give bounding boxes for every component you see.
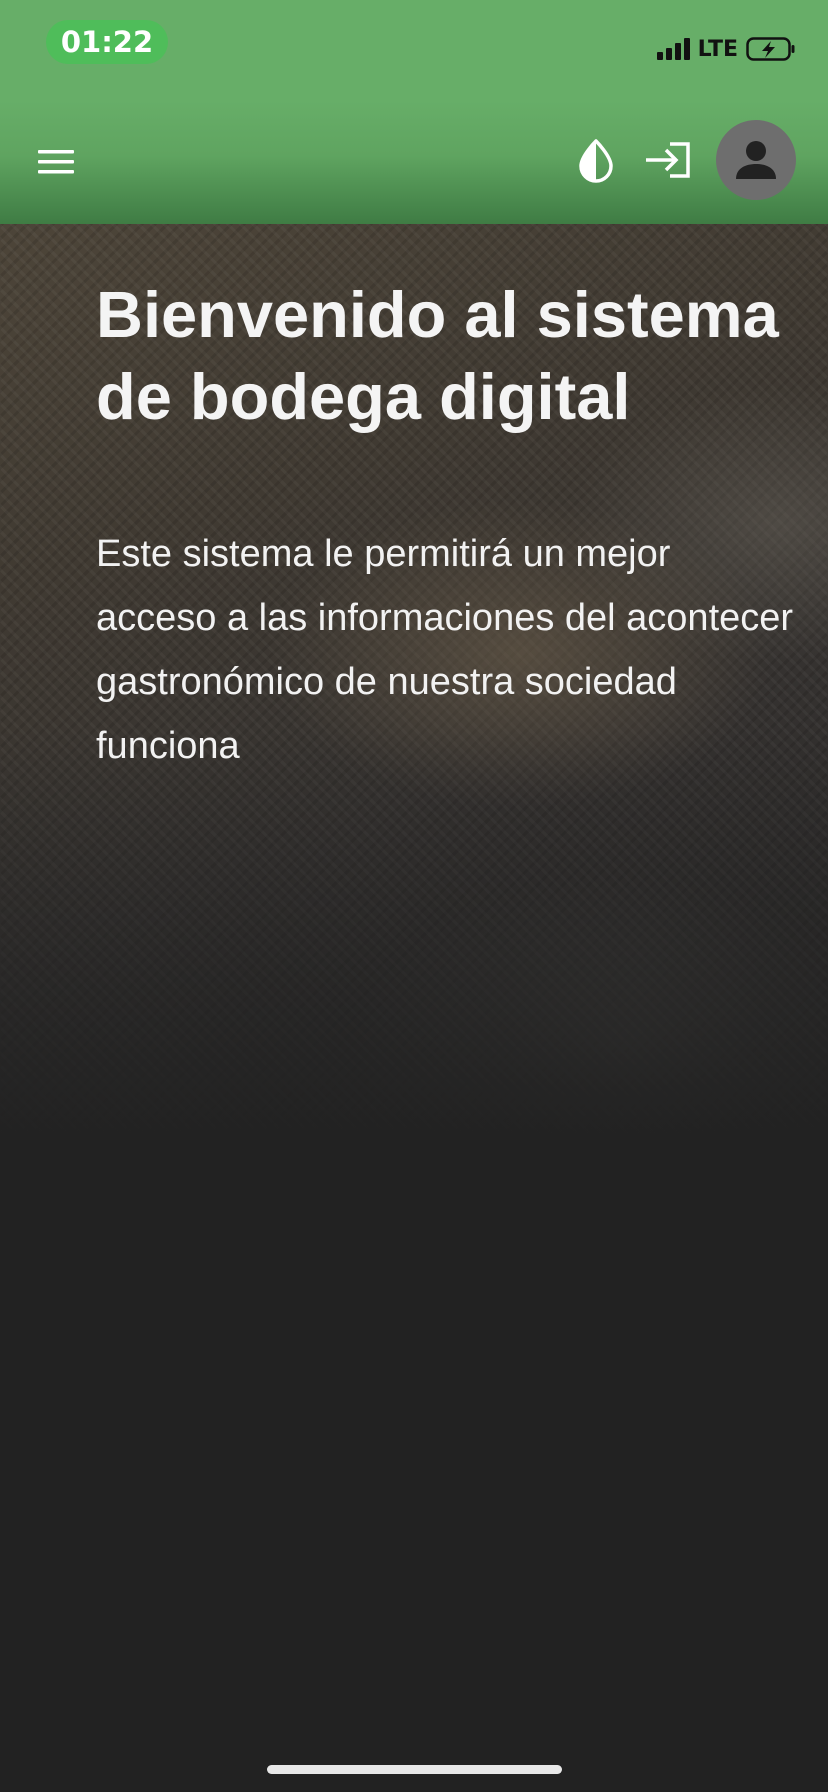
battery-charging-icon bbox=[746, 36, 795, 62]
status-indicators: LTE bbox=[656, 34, 795, 64]
person-icon bbox=[736, 141, 776, 179]
login-button[interactable] bbox=[638, 132, 698, 188]
contrast-toggle-button[interactable] bbox=[568, 132, 624, 188]
app-bar bbox=[0, 100, 828, 224]
contrast-drop-icon bbox=[579, 139, 613, 183]
status-time: 01:22 bbox=[46, 20, 168, 64]
status-time-label: 01:22 bbox=[60, 25, 154, 59]
hero-banner: Bienvenido al sistema de bodega digital … bbox=[0, 224, 828, 1144]
network-type-label: LTE bbox=[697, 36, 738, 62]
hero-title: Bienvenido al sistema de bodega digital bbox=[96, 278, 779, 433]
status-bar: 01:22 LTE bbox=[0, 0, 828, 100]
hamburger-menu-icon bbox=[38, 150, 74, 174]
cellular-signal-icon bbox=[656, 38, 690, 60]
hero-description: Este sistema le permitirá un mejor acces… bbox=[96, 533, 794, 767]
home-indicator[interactable] bbox=[267, 1765, 562, 1774]
login-icon bbox=[646, 142, 690, 178]
user-avatar-button[interactable] bbox=[716, 120, 796, 200]
menu-button[interactable] bbox=[26, 138, 86, 186]
